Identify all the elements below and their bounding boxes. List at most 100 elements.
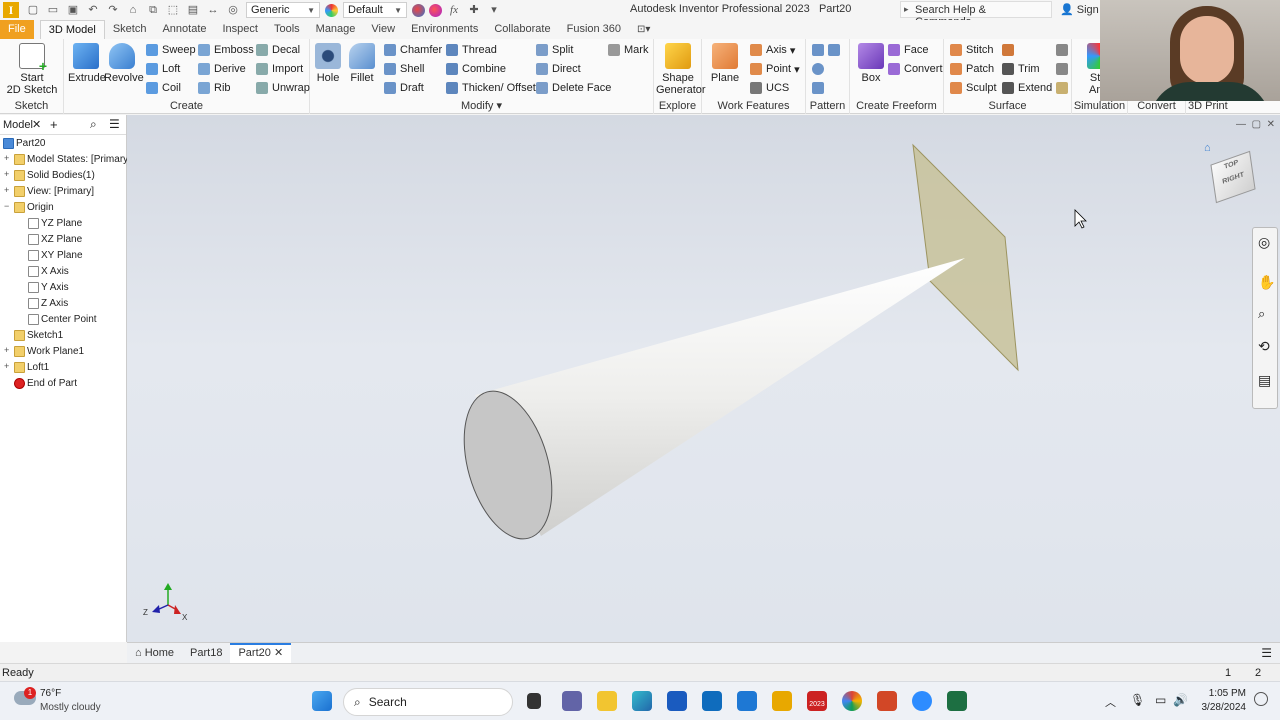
network-icon[interactable]: ▭ <box>1155 693 1166 707</box>
outlook-icon[interactable] <box>702 691 722 711</box>
sketch-pattern-button[interactable] <box>812 80 828 96</box>
hole-button[interactable]: Hole <box>312 43 344 84</box>
select-icon[interactable]: ⬚ <box>166 3 180 17</box>
pan-hand-icon[interactable]: ✋ <box>1258 274 1275 291</box>
new-file-icon[interactable]: ▢ <box>26 3 40 17</box>
combine-button[interactable]: Combine <box>446 61 506 77</box>
tab-tools[interactable]: Tools <box>266 20 308 39</box>
convert-button[interactable]: Convert <box>888 61 943 77</box>
home-icon[interactable]: ⌂ <box>126 3 140 17</box>
tab-sketch[interactable]: Sketch <box>105 20 155 39</box>
tab-3d-model[interactable]: 3D Model <box>39 20 105 39</box>
measure-icon[interactable]: ↔ <box>206 3 220 17</box>
tree-item[interactable]: Sketch1 <box>14 328 63 342</box>
patch-button[interactable]: Patch <box>950 61 994 77</box>
solidworks-icon[interactable]: 2023 <box>807 691 827 711</box>
clear-appearance-icon[interactable] <box>429 3 442 17</box>
tree-item[interactable]: XZ Plane <box>28 232 82 246</box>
circular-pattern-button[interactable] <box>812 61 828 77</box>
clock-date[interactable]: 3/28/2024 <box>1195 702 1247 713</box>
save-icon[interactable]: ▣ <box>66 3 80 17</box>
derive-button[interactable]: Derive <box>198 61 246 77</box>
tree-item[interactable]: YZ Plane <box>28 216 82 230</box>
edge-icon[interactable] <box>632 691 652 711</box>
customize-arrow-icon[interactable]: ▾ <box>487 3 501 17</box>
tree-item[interactable]: XY Plane <box>28 248 83 262</box>
restore-doc-icon[interactable]: ▢ <box>1252 119 1261 130</box>
direct-button[interactable]: Direct <box>536 61 581 77</box>
steering-wheel-icon[interactable]: ◎ <box>1258 234 1270 251</box>
extend-button[interactable]: Extend <box>1002 80 1052 96</box>
tab-fusion-360[interactable]: Fusion 360 <box>559 20 629 39</box>
close-doc-icon[interactable]: ✕ <box>1267 119 1275 130</box>
tab-inspect[interactable]: Inspect <box>215 20 266 39</box>
shape-generator-button[interactable]: Shape Generator <box>656 43 706 96</box>
start-button-icon[interactable] <box>312 691 332 711</box>
doc-tab-home[interactable]: ⌂ Home <box>127 643 182 663</box>
tree-item[interactable]: Part20 <box>3 136 45 150</box>
close-tab-icon[interactable]: ✕ <box>274 647 283 659</box>
ucs-button[interactable]: UCS <box>750 80 789 96</box>
search-icon[interactable]: ⌕ <box>90 117 97 132</box>
tree-item[interactable]: Work Plane1 <box>14 344 84 358</box>
tree-expand-icon[interactable]: + <box>4 361 9 371</box>
appearance-dropdown[interactable]: Generic ▼ <box>246 2 320 18</box>
trim-button[interactable]: Trim <box>1002 61 1040 77</box>
zoom-app-icon[interactable] <box>912 691 932 711</box>
surface-tool-1-button[interactable] <box>1056 42 1072 58</box>
tree-item[interactable]: Origin <box>14 200 54 214</box>
close-browser-icon[interactable]: ✕ <box>32 118 41 131</box>
tab-environments[interactable]: Environments <box>403 20 486 39</box>
start-2d-sketch-button[interactable]: + Start 2D Sketch <box>6 43 58 96</box>
model-canvas[interactable]: Z X <box>127 115 1280 642</box>
tab-annotate[interactable]: Annotate <box>154 20 214 39</box>
loft-button[interactable]: Loft <box>146 61 180 77</box>
clock-time[interactable]: 1:05 PM <box>1202 688 1246 699</box>
unwrap-button[interactable]: Unwrap <box>256 80 310 96</box>
tree-item[interactable]: Center Point <box>28 312 97 326</box>
menu-icon[interactable]: ☰ <box>109 117 120 131</box>
tree-item[interactable]: Model States: [Primary] <box>14 152 131 166</box>
mirror-icon[interactable] <box>828 44 840 56</box>
plane-button[interactable]: Plane <box>706 43 744 84</box>
app-c-icon[interactable] <box>737 691 757 711</box>
volume-icon[interactable]: 🔊 <box>1173 693 1188 707</box>
sculpt-button[interactable]: Sculpt <box>950 80 997 96</box>
point-button[interactable]: Point ▾ <box>750 61 800 77</box>
draft-button[interactable]: Draft <box>384 80 424 96</box>
tab-manage[interactable]: Manage <box>308 20 364 39</box>
add-browser-icon[interactable]: + <box>50 117 58 132</box>
parameters-icon[interactable]: fx <box>447 3 461 17</box>
tab-collaborate[interactable]: Collaborate <box>486 20 558 39</box>
split-button[interactable]: Split <box>536 42 573 58</box>
rectangular-pattern-button[interactable] <box>812 42 844 58</box>
tab-menu-icon[interactable]: ☰ <box>1261 646 1272 660</box>
tree-expand-icon[interactable]: + <box>4 169 9 179</box>
mark-button[interactable]: Mark <box>608 42 648 58</box>
surface-tool-2-button[interactable] <box>1056 61 1072 77</box>
task-view-icon[interactable] <box>527 693 541 709</box>
tree-item[interactable]: X Axis <box>28 264 69 278</box>
modify-panel-label[interactable]: Modify ▾ <box>310 99 653 112</box>
graphics-window[interactable]: Z X ⌂ TOP RIGHT ◎ ✋ ⌕ ⟲ ▤ — ▢ ✕ <box>127 115 1280 642</box>
return-icon[interactable]: ⧉ <box>146 3 160 17</box>
microphone-icon[interactable]: 🎙 <box>1130 693 1145 707</box>
surface-tool-3-button[interactable] <box>1056 80 1072 96</box>
coil-button[interactable]: Coil <box>146 80 181 96</box>
shell-button[interactable]: Shell <box>384 61 424 77</box>
powerpoint-icon[interactable] <box>877 691 897 711</box>
stitch-button[interactable]: Stitch <box>950 42 994 58</box>
ruled-surface-button[interactable] <box>1002 42 1018 58</box>
revolve-button[interactable]: Revolve <box>104 43 144 84</box>
tab-view[interactable]: View <box>363 20 403 39</box>
tree-item[interactable]: Y Axis <box>28 280 69 294</box>
notification-icon[interactable] <box>1254 692 1268 706</box>
minimize-doc-icon[interactable]: — <box>1236 119 1246 130</box>
update-icon[interactable]: ▤ <box>186 3 200 17</box>
taskbar-search[interactable]: ⌕ Search <box>343 688 513 716</box>
decal-button[interactable]: Decal <box>256 42 300 58</box>
orbit-icon[interactable]: ⟲ <box>1258 338 1270 355</box>
teams-icon[interactable] <box>562 691 582 711</box>
redo-icon[interactable]: ↷ <box>106 3 120 17</box>
inventor-taskbar-icon[interactable] <box>772 691 792 711</box>
